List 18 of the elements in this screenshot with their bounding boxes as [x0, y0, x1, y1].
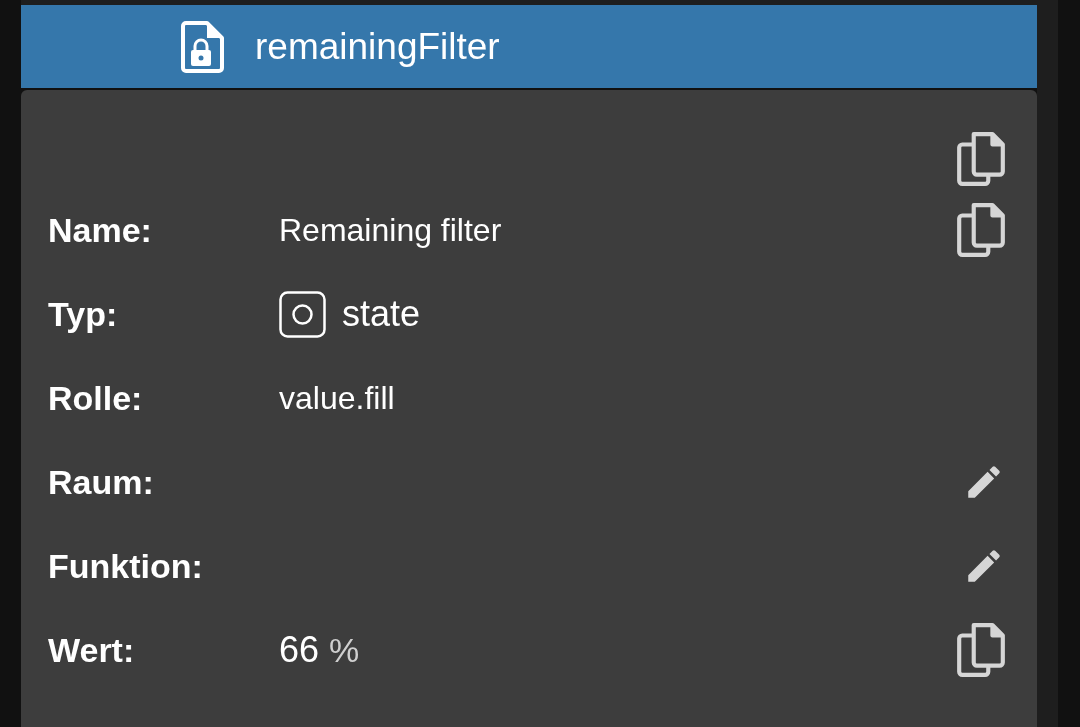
field-value: Remaining filter: [279, 211, 502, 250]
field-label: Wert:: [48, 629, 136, 671]
object-title: remainingFilter: [255, 24, 500, 69]
copy-icon[interactable]: [957, 132, 1005, 186]
field-label: Typ:: [48, 293, 119, 335]
locked-file-icon: [181, 20, 225, 73]
field-value: state: [342, 292, 421, 336]
copy-icon[interactable]: [957, 623, 1005, 677]
field-label: Rolle:: [48, 377, 144, 419]
copy-icon[interactable]: [957, 203, 1005, 257]
field-value: value.fill: [279, 379, 395, 418]
header-bar[interactable]: remainingFilter: [21, 5, 1037, 88]
field-value: 66: [279, 628, 320, 672]
field-label: Raum:: [48, 461, 155, 503]
field-label: Funktion:: [48, 545, 204, 587]
field-label: Name:: [48, 209, 153, 251]
unit-label: %: [329, 630, 360, 671]
state-icon: [279, 290, 326, 338]
